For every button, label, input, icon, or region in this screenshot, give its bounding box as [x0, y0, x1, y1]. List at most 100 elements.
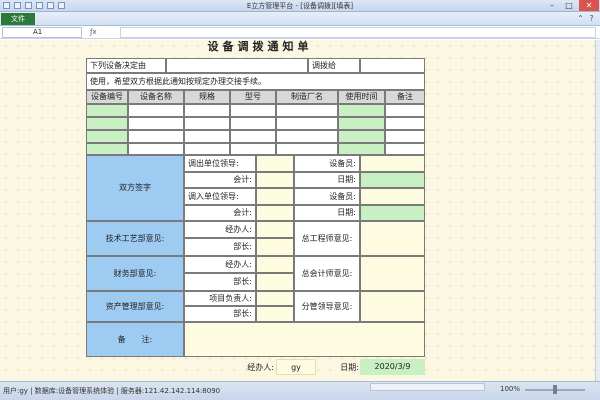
table-cell[interactable]: [230, 130, 276, 143]
table-cell[interactable]: [385, 104, 425, 117]
table-cell[interactable]: [128, 104, 184, 117]
tech-head-label: 部长:: [184, 238, 256, 256]
footer-date-label: 日期:: [340, 363, 359, 372]
close-button[interactable]: ✕: [579, 0, 599, 11]
col-header-equip-name: 设备名称: [128, 90, 184, 104]
accountant-2-label: 会计:: [184, 205, 256, 221]
vp-opinion-label: 分管领导意见:: [294, 291, 360, 322]
transfer-from-label: 下列设备决定由: [86, 58, 166, 73]
table-cell[interactable]: [86, 104, 128, 117]
transfer-to-label: 调拨给: [308, 58, 360, 73]
section-signature: 双方签字: [86, 155, 184, 221]
transfer-from-field[interactable]: [166, 58, 308, 73]
section-asset: 资产管理部意见:: [86, 291, 184, 322]
file-tab[interactable]: 文件: [1, 13, 35, 25]
equip-officer-2-field[interactable]: [360, 188, 425, 205]
date-1-label: 日期:: [294, 172, 360, 188]
table-cell[interactable]: [184, 117, 230, 130]
zoom-level: 100%: [500, 385, 521, 393]
window-title: E立方管理平台 - [设备调拨][填表]: [246, 2, 354, 10]
table-cell[interactable]: [230, 104, 276, 117]
table-cell[interactable]: [276, 143, 338, 155]
status-text: 用户:gy | 数据库:设备管理系统体验 | 服务器:121.42.142.11…: [3, 387, 221, 395]
minimize-button[interactable]: –: [544, 0, 560, 11]
equip-officer-2-label: 设备员:: [294, 188, 360, 205]
chief-engineer-field[interactable]: [360, 221, 425, 256]
table-cell[interactable]: [86, 117, 128, 130]
table-cell[interactable]: [338, 130, 385, 143]
out-leader-field[interactable]: [256, 155, 294, 172]
sheet-tab-scroller[interactable]: [370, 383, 485, 391]
table-cell[interactable]: [230, 117, 276, 130]
ribbon-collapse-icon[interactable]: ⌃: [576, 14, 585, 23]
col-header-manufacturer: 制造厂名: [276, 90, 338, 104]
table-cell[interactable]: [385, 143, 425, 155]
vertical-scrollbar[interactable]: [595, 40, 600, 381]
maximize-button[interactable]: □: [561, 0, 577, 11]
table-cell[interactable]: [338, 143, 385, 155]
asset-lead-label: 项目负责人:: [184, 291, 256, 306]
col-header-model: 型号: [230, 90, 276, 104]
finance-handler-label: 经办人:: [184, 256, 256, 273]
table-cell[interactable]: [184, 130, 230, 143]
table-cell[interactable]: [230, 143, 276, 155]
section-finance: 财务部意见:: [86, 256, 184, 291]
remark-field[interactable]: [184, 322, 425, 357]
table-cell[interactable]: [184, 143, 230, 155]
table-cell[interactable]: [338, 104, 385, 117]
chief-engineer-label: 总工程师意见:: [294, 221, 360, 256]
table-cell[interactable]: [276, 130, 338, 143]
table-cell[interactable]: [385, 117, 425, 130]
finance-handler-field[interactable]: [256, 256, 294, 273]
title-bar: E立方管理平台 - [设备调拨][填表] – □ ✕: [0, 0, 600, 12]
table-cell[interactable]: [128, 143, 184, 155]
asset-head-label: 部长:: [184, 306, 256, 322]
tech-handler-field[interactable]: [256, 221, 294, 238]
date-1-field[interactable]: [360, 172, 425, 188]
footer-handler-field[interactable]: gy: [276, 359, 316, 375]
tech-head-field[interactable]: [256, 238, 294, 256]
col-header-use-time: 使用时间: [338, 90, 385, 104]
finance-head-label: 部长:: [184, 273, 256, 291]
section-remark: 备 注:: [86, 322, 184, 357]
ribbon-bar: ⌃ ?: [0, 12, 600, 26]
in-leader-label: 调入单位领导:: [184, 188, 256, 205]
zoom-slider-handle[interactable]: [553, 385, 557, 394]
chief-accountant-field[interactable]: [360, 256, 425, 291]
footer-date-field[interactable]: 2020/3/9: [360, 359, 425, 375]
sheet-area[interactable]: 设备调拨通知单 下列设备决定由 调拨给 使用，希望双方根据此通知按规定办理交接手…: [0, 40, 595, 381]
date-2-label: 日期:: [294, 205, 360, 221]
notice-text: 使用，希望双方根据此通知按规定办理交接手续。: [86, 73, 425, 90]
table-cell[interactable]: [86, 143, 128, 155]
table-cell[interactable]: [86, 130, 128, 143]
equip-officer-1-field[interactable]: [360, 155, 425, 172]
form-title: 设备调拨通知单: [207, 40, 313, 53]
col-header-spec: 规格: [184, 90, 230, 104]
transfer-to-field[interactable]: [360, 58, 425, 73]
table-cell[interactable]: [276, 117, 338, 130]
vp-opinion-field[interactable]: [360, 291, 425, 322]
date-2-field[interactable]: [360, 205, 425, 221]
help-icon[interactable]: ?: [587, 14, 596, 23]
section-tech: 技术工艺部意见:: [86, 221, 184, 256]
equip-officer-1-label: 设备员:: [294, 155, 360, 172]
asset-lead-field[interactable]: [256, 291, 294, 306]
table-cell[interactable]: [184, 104, 230, 117]
col-header-equip-no: 设备编号: [86, 90, 128, 104]
table-cell[interactable]: [338, 117, 385, 130]
table-cell[interactable]: [128, 117, 184, 130]
accountant-1-field[interactable]: [256, 172, 294, 188]
table-cell[interactable]: [385, 130, 425, 143]
asset-head-field[interactable]: [256, 306, 294, 322]
accountant-2-field[interactable]: [256, 205, 294, 221]
in-leader-field[interactable]: [256, 188, 294, 205]
table-cell[interactable]: [128, 130, 184, 143]
fx-icon[interactable]: ƒx: [90, 27, 120, 38]
col-header-remark: 备注: [385, 90, 425, 104]
formula-input[interactable]: [120, 27, 596, 38]
accountant-1-label: 会计:: [184, 172, 256, 188]
table-cell[interactable]: [276, 104, 338, 117]
name-box[interactable]: A1: [2, 27, 82, 38]
out-leader-label: 调出单位领导:: [184, 155, 256, 172]
finance-head-field[interactable]: [256, 273, 294, 291]
